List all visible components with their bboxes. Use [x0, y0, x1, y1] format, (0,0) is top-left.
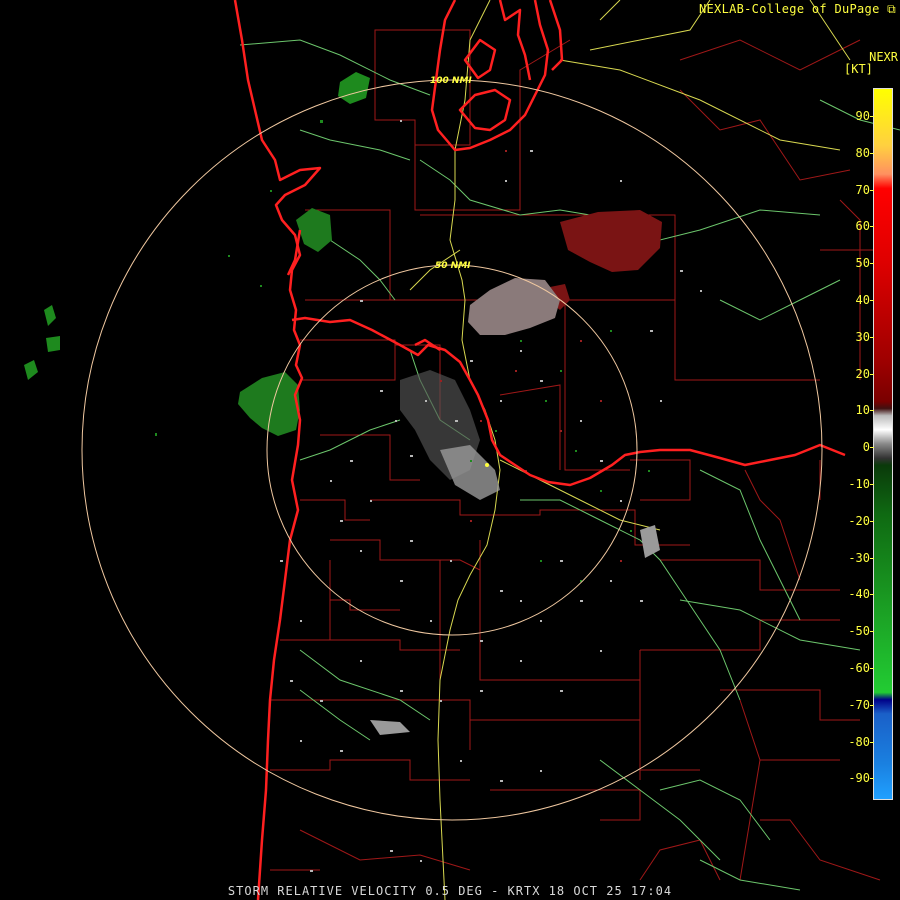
colorbar-tick-label: -50 [848, 624, 870, 639]
colorbar-tick-label: -70 [848, 697, 870, 712]
colorbar-tick-label: -20 [848, 513, 870, 528]
colorbar-tick-mark [870, 594, 874, 596]
colorbar-tick-label: 40 [855, 293, 870, 307]
colorbar-tick-label: -10 [848, 477, 870, 491]
credit-label[interactable]: NEXLAB-College of DuPage ⧉ [699, 2, 896, 17]
radar-map: 100 NMI 50 NMI [0, 0, 900, 900]
colorbar-tick-mark [870, 410, 874, 412]
colorbar-tick-label: -40 [848, 587, 870, 602]
radar-site-marker [485, 463, 489, 467]
product-footer: STORM RELATIVE VELOCITY 0.5 DEG - KRTX 1… [227, 884, 673, 898]
colorbar-tick-mark [870, 447, 874, 449]
colorbar-tick-label: -90 [848, 771, 870, 786]
colorbar-tick-mark [870, 631, 874, 633]
colorbar-tick-mark [870, 520, 874, 522]
colorbar-tick-label: 50 [855, 256, 870, 271]
external-link-icon[interactable]: ⧉ [887, 2, 896, 16]
colorbar-tick-mark [870, 226, 874, 228]
colorbar-tick-label: -60 [848, 661, 870, 675]
colorbar-tick-mark [870, 741, 874, 743]
colorbar-tick-mark [870, 336, 874, 338]
colorbar-tick-mark [870, 152, 874, 154]
colorbar-tick-label: 60 [855, 219, 870, 234]
product-label: NEXR [869, 50, 898, 64]
colorbar-tick-mark [870, 263, 874, 265]
colorbar-tick-mark [870, 373, 874, 375]
colorbar-tick-mark [870, 668, 874, 669]
colorbar-tick-label: 0 [862, 440, 870, 455]
colorbar-tick-mark [870, 116, 874, 117]
colorbar-tick-mark [870, 300, 874, 301]
colorbar-tick-mark [870, 778, 874, 780]
colorbar-tick-label: 70 [855, 182, 870, 197]
velocity-colorbar [873, 88, 893, 800]
colorbar-tick-label: -80 [848, 734, 870, 749]
colorbar-tick-mark [870, 189, 874, 191]
colorbar-tick-mark [870, 484, 874, 485]
colorbar-tick-label: 30 [855, 329, 870, 344]
colorbar-tick-label: 10 [855, 403, 870, 418]
colorbar-tick-mark [870, 704, 874, 706]
colorbar-tick-label: 20 [855, 366, 870, 381]
colorbar-tick-label: 80 [855, 145, 870, 160]
ring-label-50nmi: 50 NMI [435, 261, 471, 271]
colorbar-tick-label: -30 [848, 550, 870, 565]
colorbar-tick-label: 90 [855, 109, 870, 123]
legend-units: [KT] [844, 62, 873, 76]
colorbar-tick-mark [870, 557, 874, 559]
ring-label-100nmi: 100 NMI [430, 76, 472, 86]
